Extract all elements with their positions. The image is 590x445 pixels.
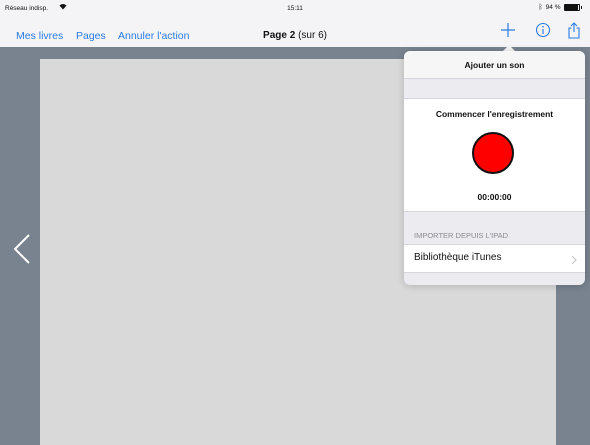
- status-bar: Réseau indisp. 15:11 ᛒ 94 %: [0, 0, 590, 18]
- record-section: Commencer l'enregistrement 00:00:00: [404, 98, 585, 212]
- add-sound-popover: Ajouter un son Commencer l'enregistremen…: [404, 51, 585, 285]
- battery-fill: [564, 5, 578, 10]
- popover-title: Ajouter un son: [404, 51, 585, 79]
- navigation-bar: Mes livres Pages Annuler l'action Page 2…: [0, 18, 590, 48]
- chevron-left-icon[interactable]: [12, 233, 32, 270]
- record-timer: 00:00:00: [477, 192, 512, 202]
- bluetooth-icon: ᛒ: [538, 4, 543, 11]
- start-recording-label: Commencer l'enregistrement: [435, 109, 554, 119]
- import-section-header: IMPORTER DEPUIS L'IPAD: [414, 231, 509, 240]
- status-right: ᛒ 94 %: [538, 4, 582, 11]
- info-icon[interactable]: [535, 22, 551, 43]
- plus-icon[interactable]: [500, 22, 516, 43]
- battery-icon: [563, 4, 580, 11]
- itunes-library-row[interactable]: Bibliothèque iTunes: [404, 244, 585, 273]
- battery-percent: 94 %: [545, 4, 561, 11]
- page-title-current: Page 2: [263, 30, 296, 41]
- record-button[interactable]: [472, 132, 514, 174]
- page-title-total: (sur 6): [298, 30, 327, 41]
- chevron-right-icon: [571, 252, 577, 270]
- status-time: 15:11: [287, 5, 303, 12]
- battery-tip: [580, 6, 582, 9]
- share-icon[interactable]: [567, 22, 581, 44]
- itunes-library-label: Bibliothèque iTunes: [414, 252, 502, 263]
